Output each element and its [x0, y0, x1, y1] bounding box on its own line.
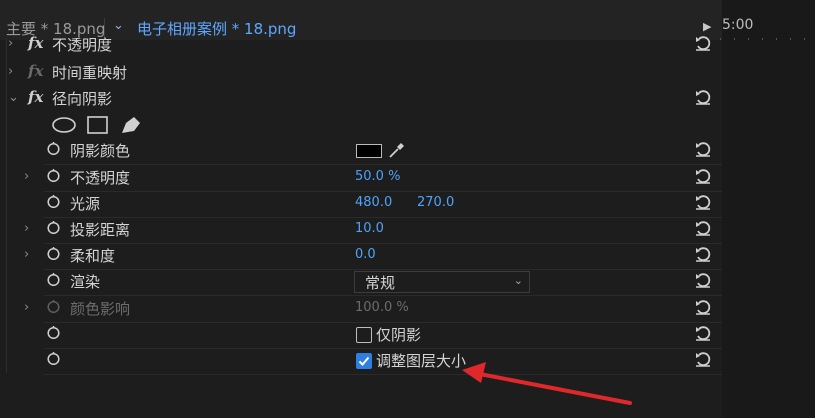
chevron-right-icon[interactable]: ›: [24, 247, 29, 262]
mask-tools-row: [0, 113, 722, 139]
chevron-right-icon[interactable]: ›: [24, 300, 29, 315]
chevron-right-icon[interactable]: ›: [8, 64, 13, 79]
param-label: 投影距离: [70, 221, 131, 239]
timeline-area[interactable]: [722, 0, 815, 418]
param-row-shadow-color[interactable]: 阴影颜色: [0, 139, 722, 165]
color-influence-value: 100.0 %: [355, 300, 409, 315]
chevron-right-icon[interactable]: ›: [24, 221, 29, 236]
play-icon[interactable]: ▶: [703, 20, 711, 33]
param-label: 阴影颜色: [70, 142, 131, 160]
stopwatch-icon[interactable]: [47, 221, 60, 234]
stopwatch-icon[interactable]: [47, 195, 60, 208]
stopwatch-icon: [47, 300, 60, 313]
render-select[interactable]: 常规 ⌄: [354, 271, 530, 293]
stopwatch-icon[interactable]: [47, 142, 60, 155]
checkmark-icon: [358, 356, 370, 366]
stopwatch-icon[interactable]: [47, 169, 60, 182]
chevron-right-icon[interactable]: ›: [8, 36, 13, 51]
reset-icon[interactable]: [694, 89, 712, 105]
effect-label-opacity: 不透明度: [52, 36, 113, 54]
stopwatch-icon[interactable]: [47, 247, 60, 260]
pen-mask-icon[interactable]: [122, 117, 140, 133]
ellipse-mask-icon[interactable]: [52, 117, 76, 133]
color-swatch[interactable]: [356, 144, 382, 158]
render-select-value: 常规: [365, 274, 396, 292]
param-row-distance[interactable]: › 投影距离 10.0: [0, 218, 722, 244]
resize-layer-label: 调整图层大小: [376, 352, 467, 370]
chevron-down-icon[interactable]: ⌄: [113, 18, 124, 33]
resize-layer-checkbox[interactable]: [356, 353, 372, 369]
reset-icon[interactable]: [694, 168, 712, 184]
shadow-only-label: 仅阴影: [376, 326, 422, 344]
effect-row-time-remap[interactable]: › fx 时间重映射: [0, 61, 722, 87]
fx-icon[interactable]: fx: [28, 62, 43, 80]
fx-icon[interactable]: fx: [28, 88, 43, 106]
effect-row-radial-shadow[interactable]: ⌄ fx 径向阴影: [0, 87, 722, 113]
effect-label-time-remap: 时间重映射: [52, 64, 128, 82]
param-row-shadow-only[interactable]: 仅阴影: [0, 323, 722, 349]
effect-row-opacity[interactable]: › fx 不透明度: [0, 33, 722, 59]
opacity-value[interactable]: 50.0 %: [355, 169, 400, 184]
param-row-color-influence[interactable]: › 颜色影响 100.0 %: [0, 297, 722, 323]
param-label: 颜色影响: [70, 300, 131, 318]
reset-icon[interactable]: [694, 246, 712, 262]
softness-value[interactable]: 0.0: [355, 247, 376, 262]
light-x-value[interactable]: 480.0: [355, 195, 392, 210]
reset-icon[interactable]: [694, 272, 712, 288]
param-row-resize-layer[interactable]: 调整图层大小: [0, 349, 722, 375]
chevron-down-icon[interactable]: ⌄: [8, 90, 19, 105]
reset-icon[interactable]: [694, 299, 712, 315]
shadow-only-checkbox[interactable]: [356, 327, 372, 343]
param-label: 不透明度: [70, 169, 131, 187]
param-row-softness[interactable]: › 柔和度 0.0: [0, 244, 722, 270]
light-y-value[interactable]: 270.0: [417, 195, 454, 210]
stopwatch-icon[interactable]: [47, 273, 60, 286]
timeline-timecode: 5:00: [722, 17, 754, 33]
stopwatch-icon[interactable]: [47, 352, 60, 365]
chevron-down-icon: ⌄: [513, 274, 523, 287]
reset-icon[interactable]: [694, 351, 712, 367]
reset-icon[interactable]: [694, 220, 712, 236]
effect-label-radial-shadow: 径向阴影: [52, 90, 113, 108]
chevron-right-icon[interactable]: ›: [24, 169, 29, 184]
timeline-ruler: [720, 38, 815, 40]
stopwatch-icon[interactable]: [47, 326, 60, 339]
param-row-render[interactable]: 渲染 常规 ⌄: [0, 270, 722, 296]
param-label: 光源: [70, 195, 101, 213]
eyedropper-icon[interactable]: [388, 141, 406, 159]
distance-value[interactable]: 10.0: [355, 221, 384, 236]
param-row-opacity[interactable]: › 不透明度 50.0 %: [0, 166, 722, 192]
rectangle-mask-icon[interactable]: [87, 116, 108, 134]
reset-icon[interactable]: [694, 141, 712, 157]
fx-icon[interactable]: fx: [28, 34, 43, 52]
reset-icon[interactable]: [694, 325, 712, 341]
param-label: 柔和度: [70, 247, 116, 265]
reset-icon[interactable]: [694, 194, 712, 210]
param-row-light-source[interactable]: 光源 480.0 270.0: [0, 192, 722, 218]
param-label: 渲染: [70, 273, 101, 291]
reset-icon[interactable]: [694, 35, 712, 51]
